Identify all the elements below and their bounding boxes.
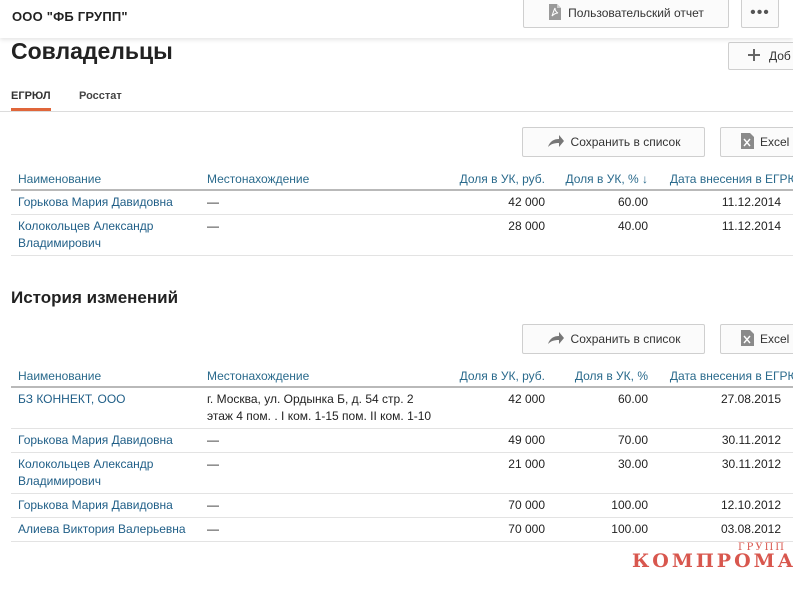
user-report-label: Пользовательский отчет xyxy=(568,6,704,20)
company-name: ООО "ФБ ГРУПП" xyxy=(12,9,128,24)
tab-rosstat[interactable]: Росстат xyxy=(79,90,122,102)
history-excel-export-button[interactable]: Excel xyxy=(720,324,793,354)
table-row: БЗ КОННЕКТ, ООО г. Москва, ул. Ордынка Б… xyxy=(11,387,793,429)
top-bar: ООО "ФБ ГРУПП" Пользовательский отчет ••… xyxy=(0,0,793,38)
owner-share-rub: 70 000 xyxy=(442,517,552,542)
owner-name-link[interactable]: Горькова Мария Давидовна xyxy=(11,428,200,453)
table-row: Горькова Мария Давидовна — 42 000 60.00 … xyxy=(11,190,793,215)
column-name[interactable]: Наименование xyxy=(11,168,200,191)
user-report-button[interactable]: Пользовательский отчет xyxy=(523,0,729,28)
plus-icon xyxy=(747,48,761,65)
owner-name-link[interactable]: Алиева Виктория Валерьевна xyxy=(11,517,200,542)
owner-share-rub: 42 000 xyxy=(442,387,552,429)
owner-share-rub: 21 000 xyxy=(442,452,552,494)
owner-name-link[interactable]: Горькова Мария Давидовна xyxy=(11,493,200,518)
history-header-row: Наименование Местонахождение Доля в УК, … xyxy=(11,365,793,388)
excel-label: Excel xyxy=(760,332,790,346)
excel-file-icon xyxy=(741,329,754,349)
tab-egrul[interactable]: ЕГРЮЛ xyxy=(11,90,51,111)
history-table: Наименование Местонахождение Доля в УК, … xyxy=(11,365,793,542)
table-row: Алиева Виктория Валерьевна — 70 000 100.… xyxy=(11,517,793,542)
table-row: Горькова Мария Давидовна — 49 000 70.00 … xyxy=(11,428,793,453)
owner-location: — xyxy=(200,493,442,518)
owner-date: 12.10.2012 xyxy=(655,493,793,518)
coowners-table: Наименование Местонахождение Доля в УК, … xyxy=(11,168,793,256)
owner-date: 11.12.2014 xyxy=(655,190,793,215)
owner-share-rub: 70 000 xyxy=(442,493,552,518)
table-row: Колокольцев Александр Владимирович — 21 … xyxy=(11,452,793,494)
column-share-percent[interactable]: Доля в УК, % ↓ xyxy=(552,168,655,191)
table-row: Горькова Мария Давидовна — 70 000 100.00… xyxy=(11,493,793,518)
owner-share-percent: 40.00 xyxy=(552,214,655,256)
save-to-list-button[interactable]: Сохранить в список xyxy=(522,127,705,157)
owner-name-link[interactable]: Колокольцев Александр Владимирович xyxy=(11,452,200,494)
owner-share-percent: 100.00 xyxy=(552,493,655,518)
owner-share-rub: 42 000 xyxy=(442,190,552,215)
owner-share-percent: 70.00 xyxy=(552,428,655,453)
owner-location: — xyxy=(200,190,442,215)
more-options-button[interactable]: ••• xyxy=(741,0,779,28)
watermark-main-text: КОМПРОМАТ xyxy=(632,550,793,572)
add-label: Доб xyxy=(769,49,791,63)
watermark-logo: ГРУПП КОМПРОМАТ xyxy=(632,542,793,572)
owner-share-percent: 60.00 xyxy=(552,387,655,429)
more-dots-icon: ••• xyxy=(750,4,770,21)
excel-file-icon xyxy=(741,132,754,152)
excel-export-button[interactable]: Excel xyxy=(720,127,793,157)
owner-share-rub: 49 000 xyxy=(442,428,552,453)
owner-share-percent: 60.00 xyxy=(552,190,655,215)
column-location[interactable]: Местонахождение xyxy=(200,168,442,191)
owner-date: 03.08.2012 xyxy=(655,517,793,542)
coowners-title: Совладельцы xyxy=(11,38,173,64)
owner-date: 11.12.2014 xyxy=(655,214,793,256)
column-name[interactable]: Наименование xyxy=(11,365,200,388)
owner-date: 27.08.2015 xyxy=(655,387,793,429)
owner-name-link[interactable]: Горькова Мария Давидовна xyxy=(11,190,200,215)
column-share-rub[interactable]: Доля в УК, руб. xyxy=(442,365,552,388)
owner-date: 30.11.2012 xyxy=(655,428,793,453)
owner-name-link[interactable]: Колокольцев Александр Владимирович xyxy=(11,214,200,256)
share-arrow-icon xyxy=(547,134,565,151)
owner-location: — xyxy=(200,428,442,453)
table-row: Колокольцев Александр Владимирович — 28 … xyxy=(11,214,793,256)
column-date[interactable]: Дата внесения в ЕГРЮЛ xyxy=(655,168,793,191)
owner-location: — xyxy=(200,214,442,256)
column-location[interactable]: Местонахождение xyxy=(200,365,442,388)
save-to-list-label: Сохранить в список xyxy=(570,332,681,346)
history-title: История изменений xyxy=(11,288,179,307)
history-save-to-list-button[interactable]: Сохранить в список xyxy=(522,324,705,354)
coowners-header-row: Наименование Местонахождение Доля в УК, … xyxy=(11,168,793,191)
source-tabs: ЕГРЮЛ Росстат xyxy=(0,86,793,112)
owner-location: — xyxy=(200,517,442,542)
owner-share-percent: 30.00 xyxy=(552,452,655,494)
add-button[interactable]: Доб xyxy=(728,42,793,70)
save-to-list-label: Сохранить в список xyxy=(570,135,681,149)
owner-date: 30.11.2012 xyxy=(655,452,793,494)
column-share-rub[interactable]: Доля в УК, руб. xyxy=(442,168,552,191)
column-date[interactable]: Дата внесения в ЕГРЮЛ xyxy=(655,365,793,388)
owner-share-percent: 100.00 xyxy=(552,517,655,542)
column-share-percent[interactable]: Доля в УК, % xyxy=(552,365,655,388)
owner-location: г. Москва, ул. Ордынка Б, д. 54 стр. 2 э… xyxy=(200,387,442,429)
owner-location: — xyxy=(200,452,442,494)
share-arrow-icon xyxy=(547,331,565,348)
owner-name-link[interactable]: БЗ КОННЕКТ, ООО xyxy=(11,387,200,429)
pdf-file-icon xyxy=(548,3,562,23)
owner-share-rub: 28 000 xyxy=(442,214,552,256)
excel-label: Excel xyxy=(760,135,790,149)
